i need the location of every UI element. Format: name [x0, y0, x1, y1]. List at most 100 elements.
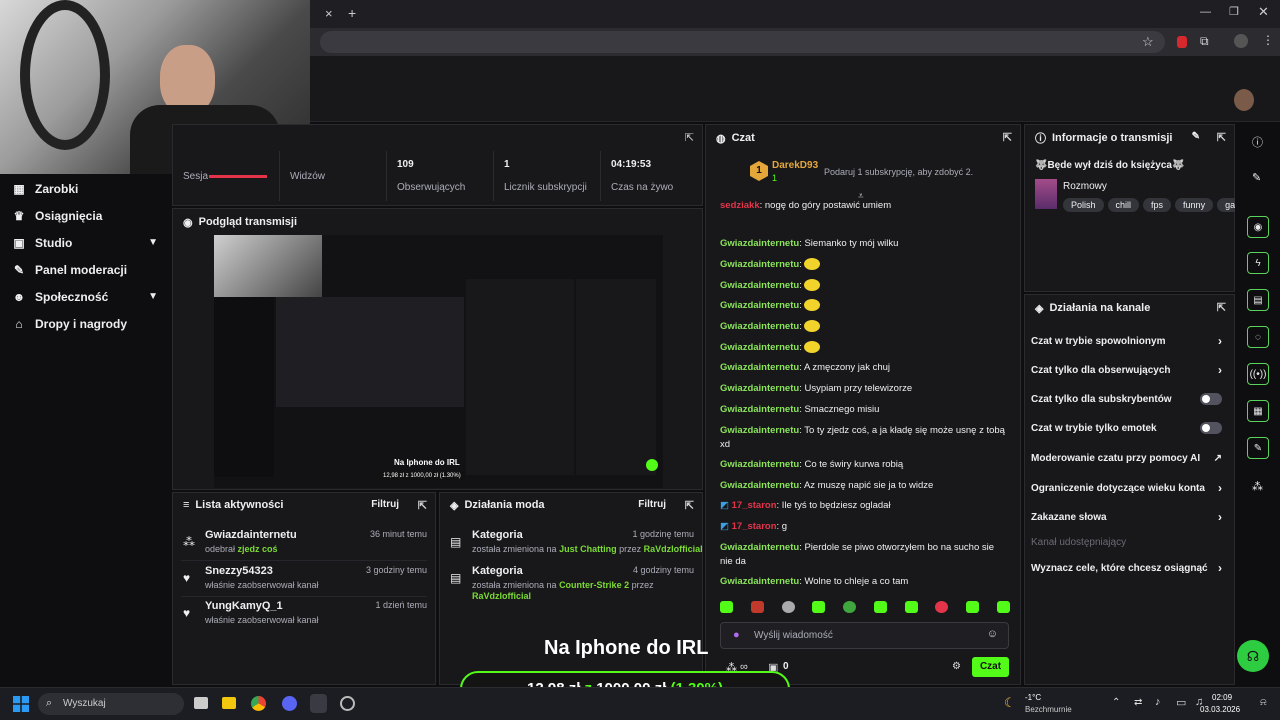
- emote-icon[interactable]: [720, 601, 733, 613]
- sidebar-item-label: Dropy i nagrody: [35, 316, 128, 331]
- preview-video[interactable]: Na Iphone do IRL 12,98 zł z 1000,00 zł (…: [214, 235, 663, 488]
- notifications-bell-icon[interactable]: ⍾: [1260, 697, 1267, 708]
- sticky-notes-icon[interactable]: [222, 697, 236, 709]
- banned-words-option[interactable]: Zakazane słowa ›: [1031, 506, 1226, 528]
- lightning-icon[interactable]: ϟ: [1247, 252, 1269, 274]
- stat-followers: 109 Obserwujących: [387, 151, 494, 201]
- community-icon[interactable]: ⁂: [1252, 480, 1263, 493]
- emote-icon[interactable]: [996, 601, 1010, 613]
- maximize-icon[interactable]: ❐: [1229, 5, 1239, 18]
- chrome-icon[interactable]: [251, 696, 266, 711]
- chat-message: Gwiazdainternetu: Smacznego misiu: [720, 404, 880, 415]
- bookmark-star-icon[interactable]: ☆: [1142, 34, 1154, 50]
- sidebar-item-dropy[interactable]: ⌂ Dropy i nagrody: [0, 310, 172, 337]
- emote-icon[interactable]: [781, 601, 795, 613]
- clock-date[interactable]: 03.03.2026: [1200, 705, 1240, 714]
- emoji-icon[interactable]: ☺: [987, 628, 998, 640]
- settings-gear-icon[interactable]: ⚙: [952, 661, 961, 672]
- slow-mode-option[interactable]: Czat w trybie spowolnionym ›: [1031, 330, 1226, 352]
- chat-bubble-icon[interactable]: ◌: [1247, 326, 1269, 348]
- user-avatar[interactable]: [1234, 89, 1254, 111]
- edit-pencil-icon[interactable]: ✎: [1252, 171, 1261, 184]
- followers-only-option[interactable]: Czat tylko dla obserwujących ›: [1031, 359, 1226, 381]
- emote-icon[interactable]: [935, 601, 949, 613]
- tag[interactable]: chill: [1107, 198, 1140, 212]
- windows-start-icon[interactable]: [13, 696, 29, 712]
- broadcast-icon[interactable]: ((•)): [1247, 363, 1269, 385]
- chevron-down-icon[interactable]: ▼: [148, 291, 158, 302]
- taskbar-search[interactable]: ⌕ Wyszukaj: [38, 693, 184, 715]
- tag[interactable]: Polish: [1063, 198, 1104, 212]
- filter-button[interactable]: Filtruj: [638, 499, 666, 510]
- emote-icon[interactable]: [873, 601, 887, 613]
- sidebar-item-osiagniecia[interactable]: ♛ Osiągnięcia: [0, 202, 172, 229]
- popout-icon[interactable]: ⇱: [1217, 301, 1226, 314]
- chevron-down-icon[interactable]: ▼: [148, 237, 158, 248]
- gift-sub-prompt[interactable]: Podaruj 1 subskrypcję, aby zdobyć 2.: [824, 167, 973, 177]
- tag[interactable]: fps: [1143, 198, 1172, 212]
- subscribers-only-toggle[interactable]: [1200, 393, 1222, 405]
- help-icon[interactable]: ☊: [1237, 640, 1269, 672]
- address-bar[interactable]: [320, 31, 1165, 53]
- obs-icon[interactable]: [340, 696, 355, 711]
- layout-icon[interactable]: ▦: [1247, 400, 1269, 422]
- preview-toggle-icon[interactable]: ◉: [1247, 216, 1269, 238]
- sidebar-item-studio[interactable]: ▣ Studio ▼: [0, 229, 172, 256]
- tag[interactable]: ga: [1217, 198, 1235, 212]
- popout-icon[interactable]: ⇱: [685, 131, 694, 144]
- tray-chevron-icon[interactable]: ⌃: [1112, 697, 1120, 708]
- goals-option[interactable]: Wyznacz cele, które chcesz osiągnąć ›: [1031, 557, 1226, 579]
- minimize-icon[interactable]: —: [1200, 6, 1211, 18]
- stream-category[interactable]: Rozmowy: [1063, 181, 1107, 192]
- chat-message: ◩ 17_staron: g: [720, 521, 788, 532]
- close-tab-icon[interactable]: ×: [325, 6, 333, 21]
- emote-icon[interactable]: [843, 601, 857, 613]
- info-icon[interactable]: ⓘ: [1252, 134, 1263, 150]
- microphone-icon[interactable]: ●: [733, 629, 740, 641]
- extension-icon[interactable]: [1177, 36, 1187, 48]
- popout-icon[interactable]: ⇱: [418, 499, 427, 512]
- badge-icon: ◩: [720, 500, 729, 511]
- emote-icon[interactable]: [812, 601, 826, 613]
- emote-icon[interactable]: [750, 601, 764, 613]
- moon-weather-icon: ☾: [1004, 695, 1016, 710]
- new-tab-button[interactable]: +: [348, 5, 356, 21]
- emote-icon: [804, 341, 821, 354]
- task-view-icon[interactable]: [194, 697, 208, 709]
- top-gifter-name[interactable]: DarekD93: [772, 160, 818, 171]
- wrench-icon[interactable]: ✎: [1247, 437, 1269, 459]
- account-age-option[interactable]: Ograniczenie dotyczące wieku konta ›: [1031, 477, 1226, 499]
- network-tray-icon[interactable]: ⇄: [1134, 697, 1142, 708]
- chat-message: Gwiazdainternetu:: [720, 320, 1008, 334]
- monitor-tray-icon[interactable]: ▭: [1176, 696, 1186, 709]
- bar-chart-icon: ▦: [13, 181, 25, 196]
- send-chat-button[interactable]: Czat: [972, 657, 1009, 677]
- edit-pencil-icon[interactable]: ✎: [1192, 131, 1200, 142]
- popout-icon[interactable]: ⇱: [1003, 131, 1012, 144]
- popout-icon[interactable]: ⇱: [685, 499, 694, 512]
- ai-moderation-option[interactable]: Moderowanie czatu przy pomocy AI ↗: [1031, 447, 1226, 469]
- browser-menu-icon[interactable]: ⋮: [1262, 33, 1274, 47]
- emote-icon[interactable]: [966, 601, 980, 613]
- tag[interactable]: funny: [1175, 198, 1214, 212]
- chat-message: Gwiazdainternetu: Az muszę napić sie ja …: [720, 480, 934, 491]
- document-icon[interactable]: ▤: [1247, 289, 1269, 311]
- discord-icon[interactable]: [282, 696, 297, 711]
- chat-input[interactable]: ● Wyślij wiadomość ☺: [720, 622, 1009, 649]
- close-window-icon[interactable]: ✕: [1258, 4, 1269, 20]
- emote-only-toggle[interactable]: [1200, 422, 1222, 434]
- sidebar-item-spolecznosc[interactable]: ☻ Społeczność ▼: [0, 283, 172, 310]
- extensions-puzzle-icon[interactable]: ⧉: [1200, 34, 1209, 49]
- chrome-active-icon[interactable]: [310, 694, 327, 713]
- popout-icon[interactable]: ⇱: [1217, 131, 1226, 144]
- session-stats-panel: ⇱ Sesja Widzów 109 Obserwujących 1 Liczn…: [172, 124, 703, 206]
- sidebar-item-zarobki[interactable]: ▦ Zarobki: [0, 175, 172, 202]
- sidebar-item-panel-moderacji[interactable]: ✎ Panel moderacji: [0, 256, 172, 283]
- preview-overlay-amount: 12,98 zł z 1000,00 zł (1.30%): [379, 472, 465, 480]
- filter-button[interactable]: Filtruj: [371, 499, 399, 510]
- microphone-tray-icon[interactable]: ♪: [1155, 696, 1161, 708]
- profile-avatar[interactable]: [1234, 34, 1248, 48]
- panel-header: ◈ Działania moda Filtruj ⇱: [440, 493, 702, 517]
- clock-time[interactable]: 02:09: [1212, 693, 1232, 702]
- emote-icon[interactable]: [904, 601, 918, 613]
